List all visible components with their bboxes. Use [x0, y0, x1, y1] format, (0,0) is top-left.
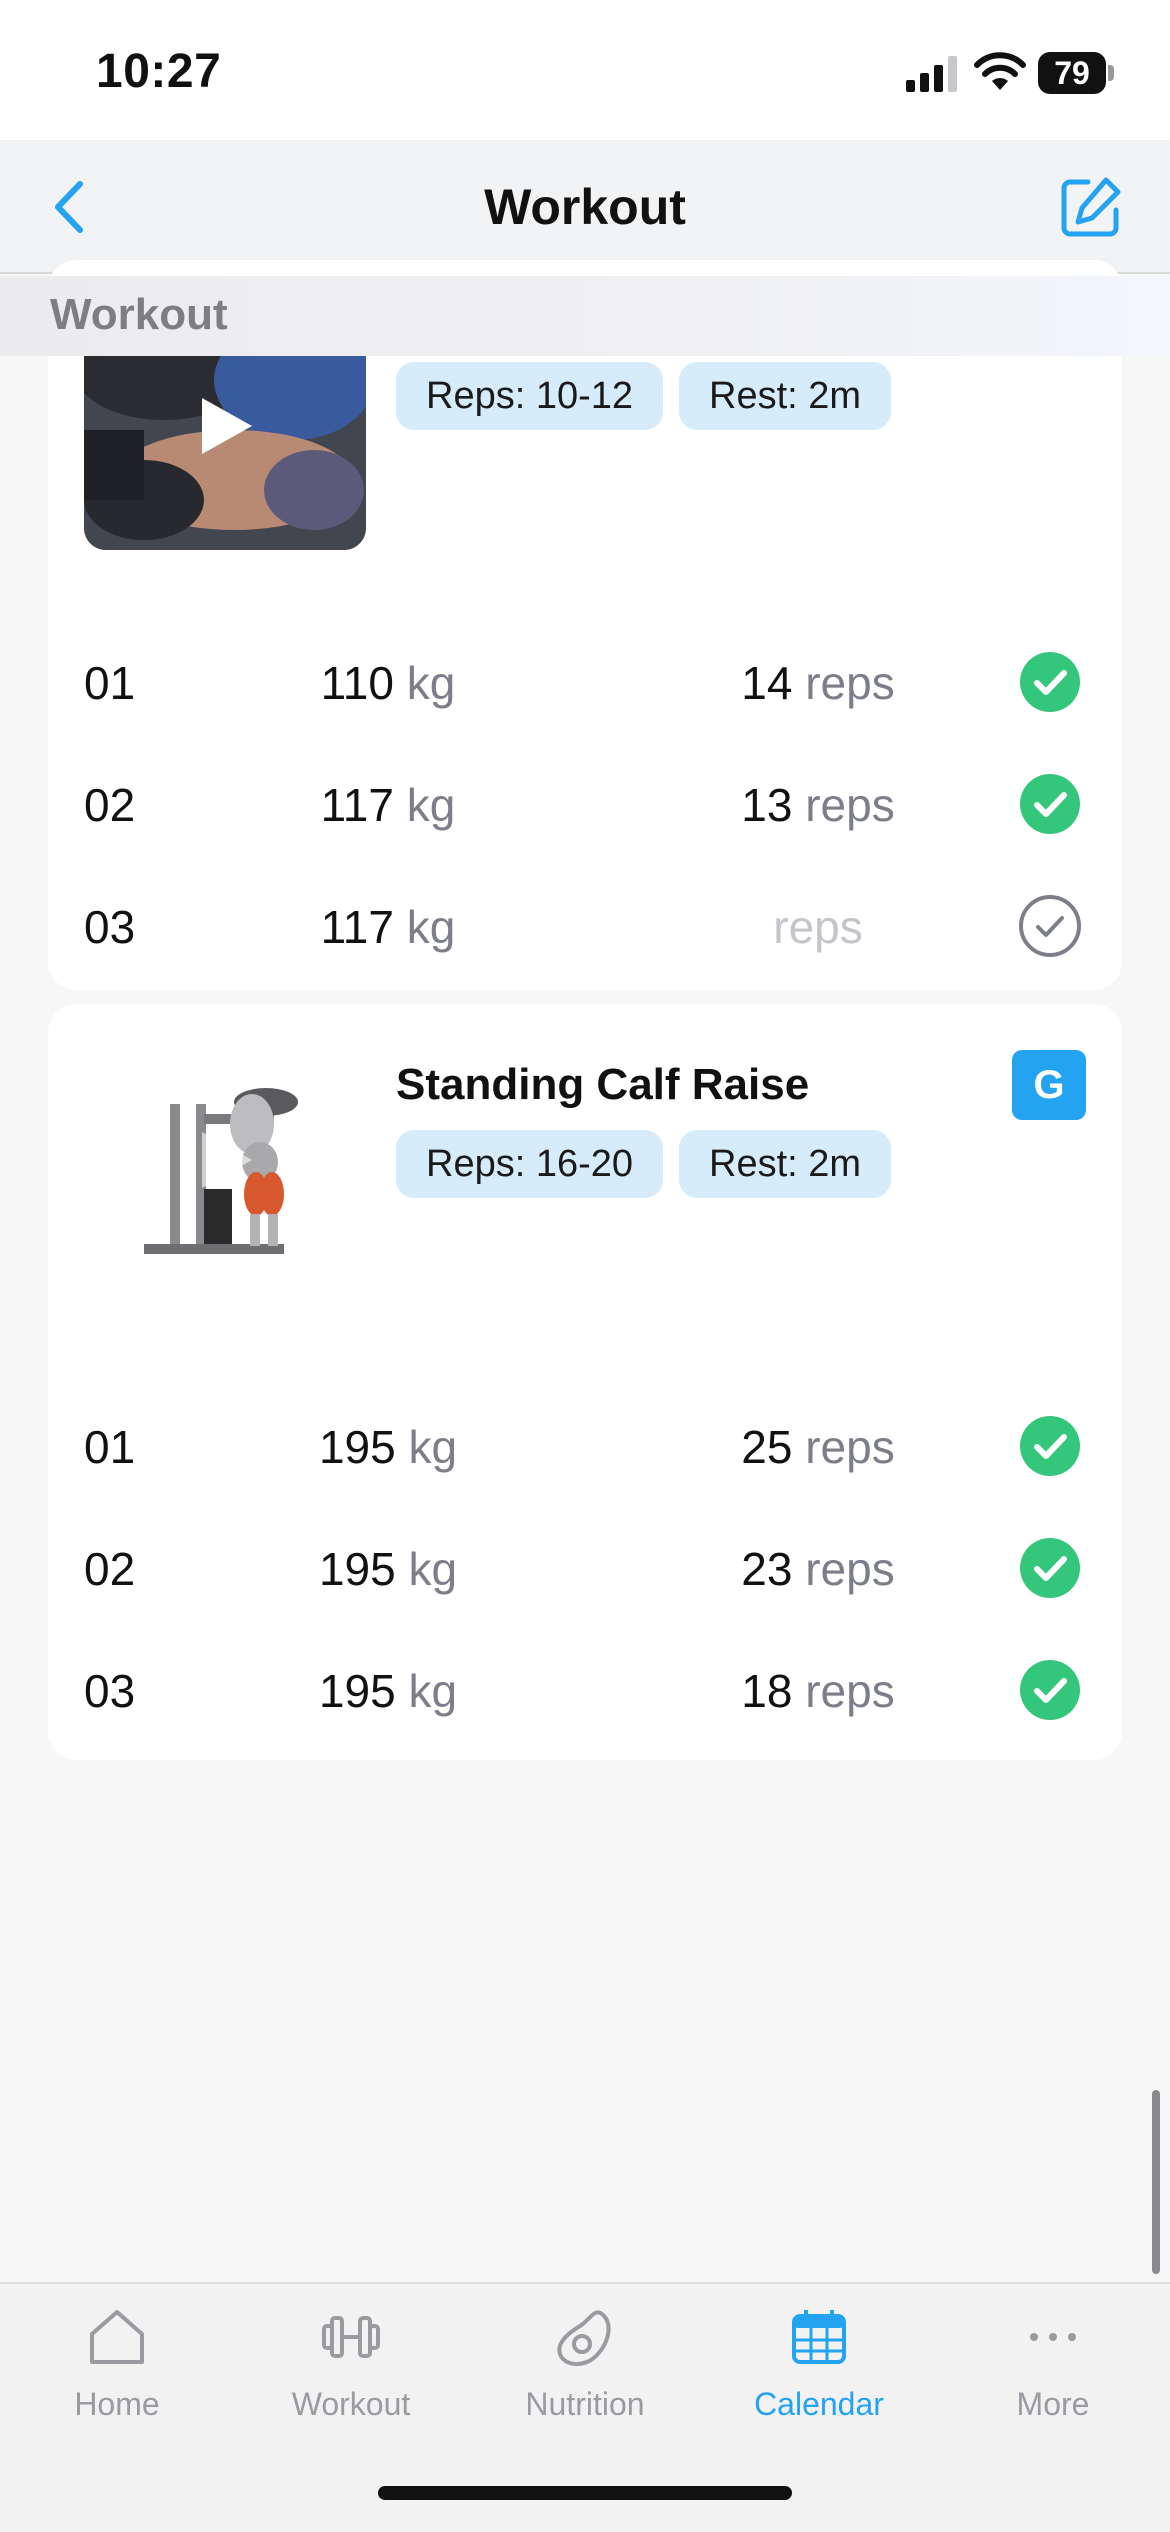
set-row: 02 117 kg 13 reps [48, 754, 1122, 854]
play-icon[interactable] [196, 394, 256, 458]
set-reps[interactable]: 23 reps [668, 1542, 968, 1596]
exercise-targets: Reps: 10-12 Rest: 2m [396, 362, 892, 430]
tab-workout[interactable]: Workout [234, 2304, 468, 2454]
set-row: 03 117 kg reps [48, 876, 1122, 976]
status-time: 10:27 [96, 45, 222, 98]
reps-badge: Reps: 16-20 [396, 1130, 664, 1198]
tab-label: Calendar [754, 2386, 884, 2422]
set-row: 03 195 kg 18 reps [48, 1640, 1122, 1740]
exercise-card: Standing Calf Raise G Reps: 16-20 Rest: … [48, 1004, 1122, 1760]
completed-check-icon[interactable] [1018, 1414, 1082, 1478]
dumbbell-icon [322, 2316, 380, 2358]
set-number: 02 [84, 779, 136, 831]
reps-badge: Reps: 10-12 [396, 362, 664, 430]
scrollbar[interactable] [1152, 2090, 1160, 2274]
tab-label: More [1016, 2386, 1090, 2422]
set-weight[interactable]: 110 kg [288, 656, 488, 710]
set-row: 01 195 kg 25 reps [48, 1396, 1122, 1496]
set-number: 02 [84, 1543, 136, 1595]
section-header-label: Workout [50, 290, 228, 339]
home-icon [90, 2310, 144, 2364]
set-weight[interactable]: 195 kg [288, 1420, 488, 1474]
page-title: Workout [484, 179, 686, 235]
section-header: Workout [0, 276, 1170, 356]
navigation-bar: Workout [0, 140, 1170, 274]
completed-check-icon[interactable] [1018, 650, 1082, 714]
completed-check-icon[interactable] [1018, 1536, 1082, 1600]
set-weight[interactable]: 195 kg [288, 1664, 488, 1718]
battery-level: 79 [1054, 55, 1090, 91]
tab-label: Workout [291, 2386, 411, 2422]
avocado-icon [557, 2310, 611, 2366]
exercise-title: Standing Calf Raise [396, 1060, 810, 1109]
set-reps[interactable]: 25 reps [668, 1420, 968, 1474]
set-weight[interactable]: 117 kg [288, 778, 488, 832]
completed-check-icon[interactable] [1018, 1658, 1082, 1722]
calendar-icon [792, 2310, 846, 2364]
set-weight[interactable]: 117 kg [288, 900, 488, 954]
exercise-card: Reps: 10-12 Rest: 2m 01 110 kg 14 reps 0… [48, 260, 1122, 990]
rest-badge: Rest: 2m [679, 1130, 892, 1198]
status-bar: 10:27 79 [0, 0, 1170, 140]
set-number: 03 [84, 901, 136, 953]
set-weight[interactable]: 195 kg [288, 1542, 488, 1596]
set-number: 01 [84, 1421, 136, 1473]
set-reps[interactable]: 14 reps [668, 656, 968, 710]
edit-icon[interactable] [1058, 174, 1124, 240]
incomplete-check-icon[interactable] [1018, 894, 1082, 958]
tab-nutrition[interactable]: Nutrition [468, 2304, 702, 2454]
set-number: 03 [84, 1665, 136, 1717]
set-reps[interactable]: 18 reps [668, 1664, 968, 1718]
set-reps-input[interactable]: reps [668, 900, 968, 954]
battery-indicator: 79 [1038, 52, 1114, 94]
exercise-targets: Reps: 16-20 Rest: 2m [396, 1130, 892, 1198]
wifi-icon [974, 52, 1026, 90]
home-indicator[interactable] [378, 2486, 792, 2500]
tab-home[interactable]: Home [0, 2304, 234, 2454]
tab-calendar[interactable]: Calendar [702, 2304, 936, 2454]
more-icon [1030, 2333, 1076, 2341]
set-row: 01 110 kg 14 reps [48, 632, 1122, 732]
set-reps[interactable]: 13 reps [668, 778, 968, 832]
play-icon[interactable] [196, 1128, 256, 1192]
rest-badge: Rest: 2m [679, 362, 892, 430]
tab-more[interactable]: More [936, 2304, 1170, 2454]
workout-screen: 10:27 79 Workout Reps: 10-12 Rest: 2m 01… [0, 0, 1170, 2532]
set-number: 01 [84, 657, 136, 709]
set-row: 02 195 kg 23 reps [48, 1518, 1122, 1618]
cellular-signal-icon [906, 56, 957, 92]
exercise-thumbnail[interactable] [84, 1044, 366, 1284]
tab-label: Home [74, 2386, 160, 2422]
completed-check-icon[interactable] [1018, 772, 1082, 836]
tab-label: Nutrition [525, 2386, 645, 2422]
guide-badge[interactable]: G [1012, 1050, 1086, 1120]
